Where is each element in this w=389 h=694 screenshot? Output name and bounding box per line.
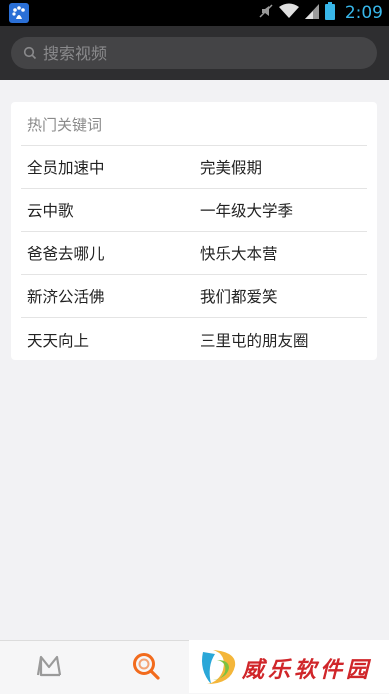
keyword-item[interactable]: 一年级大学季 (194, 199, 367, 221)
keyword-item[interactable]: 快乐大本营 (194, 242, 367, 264)
watermark-logo-icon (197, 644, 241, 692)
keyword-item[interactable]: 爸爸去哪儿 (21, 242, 194, 264)
keyword-item[interactable]: 天天向上 (21, 329, 194, 351)
keyword-item[interactable]: 三里屯的朋友圈 (194, 329, 367, 351)
search-tab-icon (131, 651, 161, 685)
watermark-text: 威乐软件园 (242, 657, 373, 683)
search-icon (23, 46, 37, 60)
wifi-icon (278, 3, 299, 23)
search-input[interactable] (43, 43, 343, 63)
baidu-app-icon (9, 3, 29, 23)
keyword-row: 天天向上 三里屯的朋友圈 (21, 318, 367, 361)
search-header (0, 26, 389, 80)
keyword-row: 全员加速中 完美假期 (21, 146, 367, 189)
keyword-row: 新济公活佛 我们都爱笑 (21, 275, 367, 318)
video-logo-icon (35, 653, 63, 683)
keyword-row: 云中歌 一年级大学季 (21, 189, 367, 232)
battery-icon (324, 2, 335, 24)
status-time: 2:09 (344, 3, 383, 23)
hot-keywords-card: 热门关键词 全员加速中 完美假期 云中歌 一年级大学季 爸爸去哪儿 快乐大本营 … (11, 102, 377, 360)
keyword-item[interactable]: 完美假期 (194, 156, 367, 178)
keyword-item[interactable]: 新济公活佛 (21, 285, 194, 307)
mute-icon (259, 3, 273, 23)
tab-search[interactable] (116, 641, 176, 694)
signal-icon (304, 3, 319, 23)
status-bar: 2:09 (0, 0, 389, 26)
tab-home[interactable] (19, 641, 79, 694)
keyword-item[interactable]: 云中歌 (21, 199, 194, 221)
keyword-item[interactable]: 全员加速中 (21, 156, 194, 178)
keyword-item[interactable]: 我们都爱笑 (194, 285, 367, 307)
search-bar[interactable] (11, 37, 377, 69)
watermark: 威乐软件园 (189, 640, 389, 693)
hot-keywords-title: 热门关键词 (27, 116, 103, 134)
keyword-row: 爸爸去哪儿 快乐大本营 (21, 232, 367, 275)
hot-keywords-list: 全员加速中 完美假期 云中歌 一年级大学季 爸爸去哪儿 快乐大本营 新济公活佛 … (21, 146, 367, 361)
